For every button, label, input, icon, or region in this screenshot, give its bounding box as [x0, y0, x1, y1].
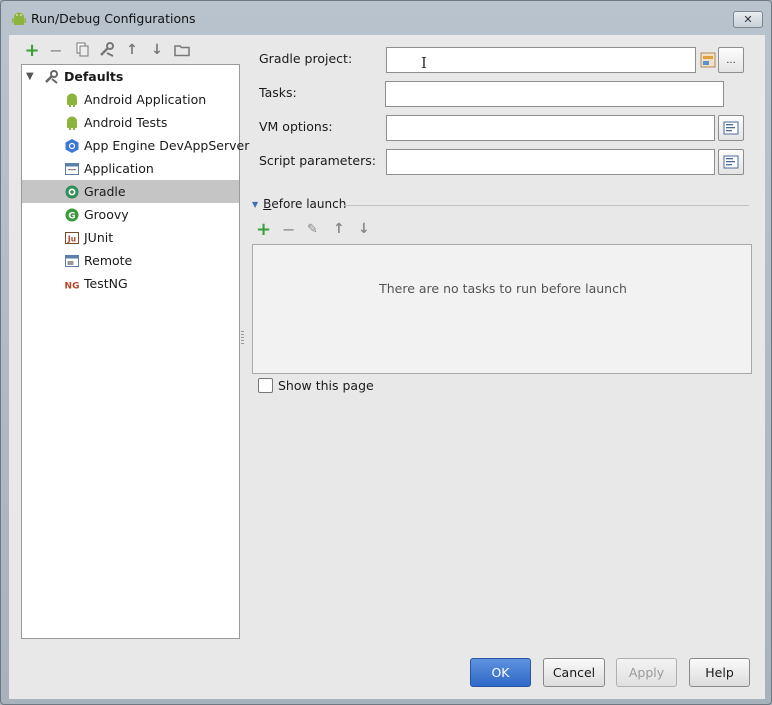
tasks-label: Tasks:: [259, 85, 297, 100]
svg-text:NG: NG: [65, 281, 80, 291]
window-title: Run/Debug Configurations: [31, 11, 196, 26]
defaults-wrench-icon: [45, 69, 58, 84]
apply-button[interactable]: Apply: [616, 658, 677, 687]
tree-item-label: Android Application: [84, 92, 207, 107]
tree-item-android-tests[interactable]: Android Tests: [22, 111, 239, 134]
svg-text:G: G: [68, 211, 75, 221]
testng-icon: NG: [65, 281, 80, 291]
dialog-content: + − ↑ ↓ ▼ Defaults Android Application A…: [9, 35, 765, 699]
add-task-icon[interactable]: +: [256, 219, 271, 240]
tree-item-application[interactable]: Application: [22, 157, 239, 180]
remove-task-icon[interactable]: −: [282, 220, 295, 239]
vm-options-label: VM options:: [259, 119, 333, 134]
move-task-up-icon[interactable]: ↑: [333, 221, 345, 237]
edit-task-icon[interactable]: ✎: [307, 222, 318, 237]
tree-item-gradle[interactable]: Gradle: [22, 180, 239, 203]
gradle-project-label: Gradle project:: [259, 51, 353, 66]
move-down-icon[interactable]: ↓: [148, 41, 166, 59]
tree-item-app-engine[interactable]: App Engine DevAppServer: [22, 134, 249, 157]
add-icon[interactable]: +: [23, 40, 41, 61]
groovy-icon: G: [65, 208, 79, 221]
gradle-project-field[interactable]: [386, 47, 696, 73]
tree-item-label: Gradle: [84, 184, 126, 199]
junit-icon: Ju: [65, 231, 79, 244]
title-bar: Run/Debug Configurations ✕: [1, 1, 771, 35]
close-button[interactable]: ✕: [733, 11, 763, 28]
vm-options-field[interactable]: [386, 115, 715, 141]
tree-item-testng[interactable]: NG TestNG: [22, 272, 239, 295]
cancel-button[interactable]: Cancel: [543, 658, 605, 687]
before-launch-title: Before launch: [263, 197, 347, 211]
script-parameters-field[interactable]: [386, 149, 715, 175]
move-up-icon[interactable]: ↑: [123, 41, 141, 59]
before-launch-header[interactable]: ▼ Before launch: [252, 197, 346, 211]
tree-item-android-application[interactable]: Android Application: [22, 88, 239, 111]
help-button[interactable]: Help: [689, 658, 750, 687]
section-divider: [344, 205, 749, 206]
ok-button[interactable]: OK: [470, 658, 531, 687]
android-icon: [12, 12, 26, 25]
remove-icon[interactable]: −: [47, 41, 65, 60]
collapse-arrow-icon[interactable]: ▼: [252, 200, 258, 209]
application-icon: [65, 162, 79, 175]
remote-icon: [65, 254, 79, 267]
svg-text:Ju: Ju: [67, 234, 76, 243]
vm-options-expand-button[interactable]: [718, 115, 744, 141]
folder-icon[interactable]: [173, 41, 191, 59]
run-debug-configurations-dialog: Run/Debug Configurations ✕ + − ↑ ↓ ▼ Def…: [0, 0, 772, 705]
tree-item-label: Defaults: [64, 69, 124, 84]
gradle-project-picker-icon[interactable]: [700, 51, 716, 69]
gradle-icon: [65, 185, 79, 198]
browse-button[interactable]: ...: [718, 47, 744, 73]
expand-editor-icon: [723, 155, 739, 169]
move-task-down-icon[interactable]: ↓: [358, 221, 370, 237]
tree-item-label: Android Tests: [84, 115, 168, 130]
show-this-page-label[interactable]: Show this page: [278, 378, 374, 393]
tree-item-label: JUnit: [84, 230, 114, 245]
expand-editor-icon: [723, 121, 739, 135]
show-this-page-checkbox[interactable]: [258, 378, 273, 393]
tree-item-label: Application: [84, 161, 154, 176]
tree-item-defaults[interactable]: ▼ Defaults: [22, 65, 239, 88]
android-icon: [67, 93, 77, 107]
script-parameters-label: Script parameters:: [259, 153, 376, 168]
close-icon: ✕: [743, 13, 753, 26]
tree-item-label: TestNG: [84, 276, 128, 291]
empty-tasks-message: There are no tasks to run before launch: [379, 281, 627, 296]
app-engine-icon: [65, 138, 79, 153]
expand-arrow-icon[interactable]: ▼: [26, 71, 40, 82]
more-icon: ...: [726, 54, 736, 66]
tree-item-remote[interactable]: Remote: [22, 249, 239, 272]
tasks-field[interactable]: [385, 81, 724, 107]
before-launch-task-list[interactable]: There are no tasks to run before launch: [252, 244, 752, 374]
configuration-tree: ▼ Defaults Android Application Android T…: [21, 64, 249, 639]
tree-item-label: Groovy: [84, 207, 129, 222]
tree-item-label: App Engine DevAppServer: [84, 138, 250, 153]
text-cursor-icon: I: [421, 54, 427, 72]
script-parameters-expand-button[interactable]: [718, 149, 744, 175]
copy-icon[interactable]: [73, 41, 91, 59]
tree-item-label: Remote: [84, 253, 133, 268]
splitter-handle[interactable]: [241, 331, 244, 345]
tree-item-groovy[interactable]: G Groovy: [22, 203, 239, 226]
tree-item-junit[interactable]: Ju JUnit: [22, 226, 239, 249]
edit-defaults-icon[interactable]: [98, 41, 116, 59]
android-icon: [67, 116, 77, 130]
